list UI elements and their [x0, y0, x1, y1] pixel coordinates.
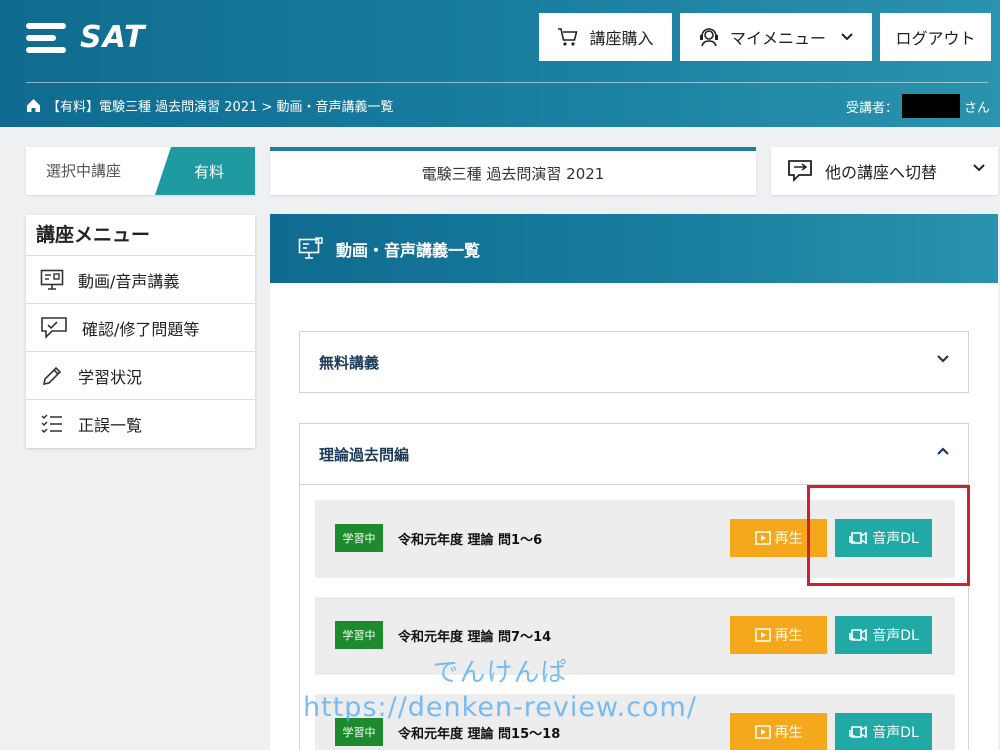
video-lecture-icon [40, 269, 64, 290]
buy-course-button[interactable]: 講座購入 [539, 13, 672, 61]
logo-text: SAT [80, 20, 146, 55]
user-suffix: さん [963, 100, 990, 116]
lecture-title: 令和元年度 理論 問15〜18 [398, 727, 561, 742]
section-header[interactable]: 無料講義 [300, 332, 968, 392]
course-menu-title: 講座メニュー [26, 215, 255, 256]
play-label: 再生 [774, 531, 803, 547]
pencil-icon [42, 366, 62, 385]
audio-download-button[interactable]: 音声DL [835, 616, 932, 654]
audio-download-icon [849, 725, 868, 739]
user-info: 受講者： さん [846, 94, 990, 118]
lecture-list-title: 動画・音声講義一覧 [336, 240, 481, 260]
header-divider [26, 82, 988, 83]
paid-tag: 有料 [155, 147, 255, 195]
logout-label: ログアウト [895, 29, 976, 48]
lecture-title: 令和元年度 理論 問7〜14 [398, 630, 552, 645]
top-header: SAT 講座購入 マイメニュー ログアウト 【有料】電験三種 過去問演習 202… [0, 0, 1000, 127]
sat-logo[interactable]: SAT [26, 20, 145, 55]
play-icon [754, 725, 771, 739]
video-lecture-icon [298, 236, 323, 259]
audio-download-label: 音声DL [872, 725, 919, 741]
home-icon[interactable] [26, 98, 41, 113]
chat-check-icon [41, 316, 67, 339]
section-free-lectures[interactable]: 無料講義 [299, 331, 969, 393]
logout-button[interactable]: ログアウト [880, 13, 991, 61]
watermark-title: でんけんぱ [432, 658, 568, 688]
highlight-annotation-box [807, 485, 970, 586]
redacted-user-name [901, 94, 960, 118]
cart-icon [558, 28, 579, 46]
section-title: 理論過去問編 [319, 445, 410, 464]
sidebar-item-label: 確認/修了問題等 [82, 319, 200, 339]
logo-mark-icon [26, 21, 70, 55]
my-menu-dropdown[interactable]: マイメニュー [680, 13, 872, 61]
buy-course-label: 講座購入 [589, 29, 654, 48]
selected-course-box: 選択中講座 有料 [26, 147, 255, 195]
my-menu-label: マイメニュー [729, 29, 826, 48]
section-title: 無料講義 [319, 353, 380, 372]
selected-course-label: 選択中講座 [46, 162, 122, 180]
audio-download-icon [849, 628, 868, 642]
lecture-list-header: 動画・音声講義一覧 [270, 214, 998, 283]
lecture-title: 令和元年度 理論 問1〜6 [398, 533, 543, 548]
audio-download-label: 音声DL [872, 628, 919, 644]
sidebar-item-label: 動画/音声講義 [78, 271, 180, 291]
switch-chat-icon [788, 160, 812, 183]
sidebar-item-study-status[interactable]: 学習状況 [26, 352, 255, 400]
headset-user-icon [699, 28, 718, 47]
checklist-icon [41, 414, 62, 434]
chevron-up-icon [937, 447, 949, 455]
user-prefix: 受講者： [845, 100, 898, 116]
course-title: 電験三種 過去問演習 2021 [270, 147, 756, 195]
status-badge: 学習中 [335, 524, 383, 552]
course-menu-sidebar: 講座メニュー 動画/音声講義 確認/修了問題等 学習状況 正誤一覧 [26, 215, 255, 448]
play-label: 再生 [774, 628, 803, 644]
sidebar-item-video-lectures[interactable]: 動画/音声講義 [26, 256, 255, 304]
sidebar-item-answer-list[interactable]: 正誤一覧 [26, 400, 255, 448]
section-header[interactable]: 理論過去問編 [300, 424, 968, 485]
switch-course-label: 他の講座へ切替 [825, 163, 938, 182]
sidebar-item-confirm-problems[interactable]: 確認/修了問題等 [26, 304, 255, 352]
chevron-down-icon [973, 164, 985, 172]
breadcrumb: 【有料】電験三種 過去問演習 2021 > 動画・音声講義一覧 [26, 96, 394, 115]
status-badge: 学習中 [335, 621, 383, 649]
play-label: 再生 [774, 725, 803, 741]
play-button[interactable]: 再生 [730, 616, 827, 654]
sidebar-item-label: 正誤一覧 [78, 416, 143, 435]
play-icon [754, 628, 771, 642]
watermark-url: https://denken-review.com/ [303, 692, 697, 723]
switch-course-dropdown[interactable]: 他の講座へ切替 [771, 147, 998, 195]
chevron-down-icon [841, 33, 853, 41]
breadcrumb-text: 【有料】電験三種 過去問演習 2021 > 動画・音声講義一覧 [47, 100, 394, 115]
play-icon [754, 531, 771, 545]
chevron-down-icon [937, 355, 949, 363]
sidebar-item-label: 学習状況 [78, 367, 143, 387]
